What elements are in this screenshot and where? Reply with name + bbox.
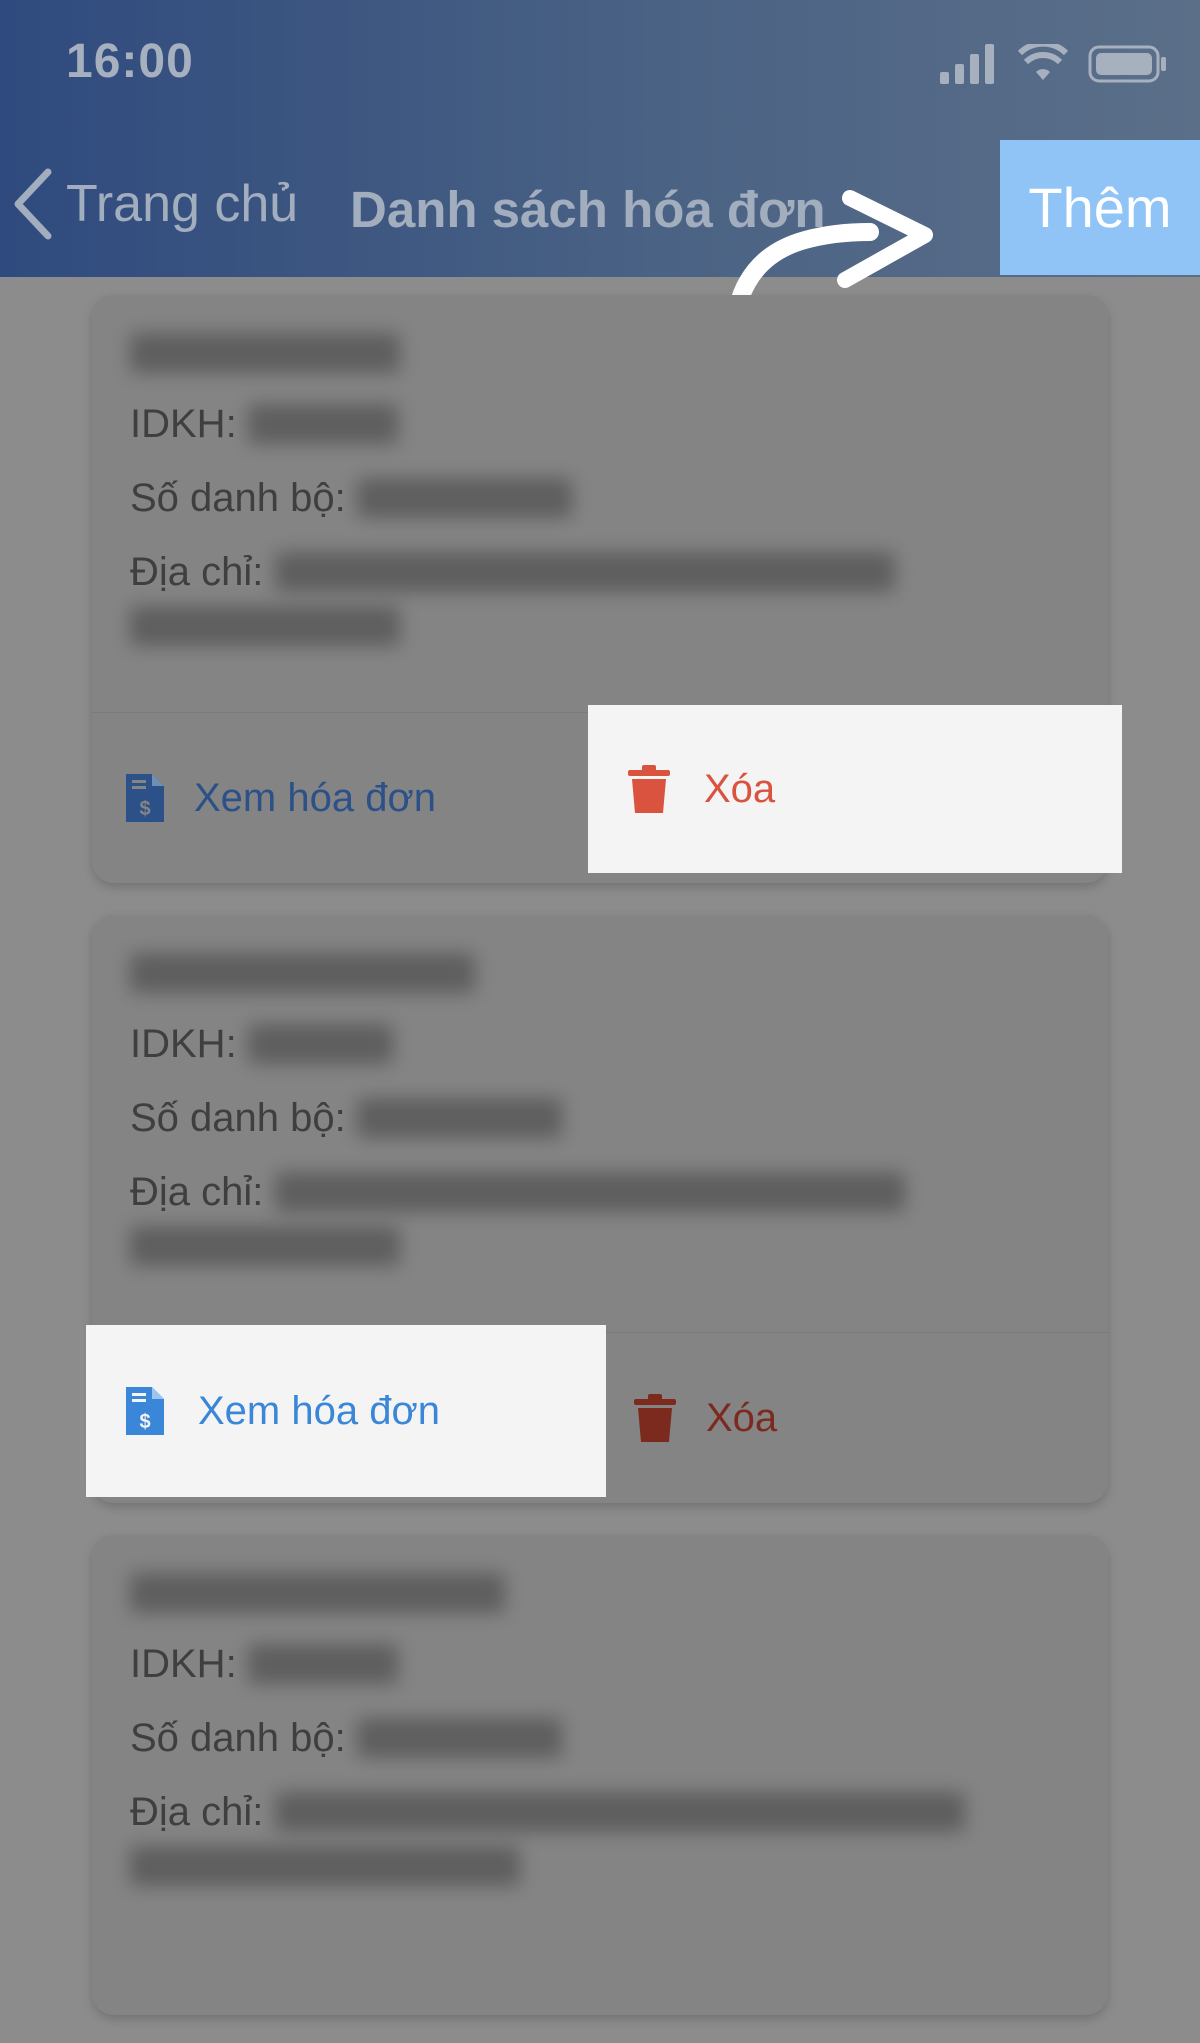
delete-button[interactable]: Xóa [600, 1333, 1108, 1503]
idkh-label: IDKH: [130, 402, 248, 446]
so-danh-bo-label: Số danh bộ: [130, 476, 357, 520]
trash-icon [634, 1394, 676, 1442]
navigation-bar: Trang chủ Danh sách hóa đơn Thêm [0, 140, 1200, 275]
idkh-value-redacted [247, 404, 398, 444]
idkh-row: IDKH: [130, 396, 1070, 452]
address-line2-redacted [130, 1846, 520, 1886]
trash-icon [628, 765, 670, 813]
so-danh-bo-row: Số danh bộ: [130, 470, 1070, 526]
so-danh-bo-value-redacted [356, 1098, 562, 1138]
invoice-icon: $ [126, 1387, 164, 1435]
idkh-value-redacted [247, 1644, 398, 1684]
status-icons [940, 44, 1168, 84]
view-invoice-button[interactable]: $ Xem hóa đơn [92, 713, 600, 883]
address-line2-redacted [130, 606, 400, 646]
idkh-label: IDKH: [130, 1022, 248, 1066]
delete-label: Xóa [706, 1395, 778, 1440]
customer-name-redacted [130, 953, 475, 993]
add-button[interactable]: Thêm [1000, 140, 1200, 275]
view-invoice-button-highlighted[interactable]: $ Xem hóa đơn [86, 1325, 606, 1497]
chevron-left-icon [14, 168, 52, 240]
address-label: Địa chỉ: [130, 550, 275, 594]
customer-name-redacted [130, 1573, 505, 1613]
svg-text:$: $ [139, 1411, 150, 1433]
so-danh-bo-label: Số danh bộ: [130, 1096, 357, 1140]
card-info: IDKH: Số danh bộ: Địa chỉ: [92, 1535, 1108, 2043]
back-button[interactable]: Trang chủ [10, 168, 298, 240]
svg-text:$: $ [139, 798, 150, 820]
invoice-icon: $ [126, 774, 164, 822]
so-danh-bo-row: Số danh bộ: [130, 1710, 1070, 1766]
so-danh-bo-value-redacted [356, 478, 572, 518]
idkh-row: IDKH: [130, 1636, 1070, 1692]
status-time: 16:00 [66, 35, 194, 88]
invoice-card: IDKH: Số danh bộ: Địa chỉ: [92, 1535, 1108, 2015]
delete-button-highlighted[interactable]: Xóa [588, 705, 1122, 873]
address-line2-redacted [130, 1226, 400, 1266]
address-label: Địa chỉ: [130, 1790, 275, 1834]
address-row: Địa chỉ: [130, 1784, 1070, 1840]
idkh-label: IDKH: [130, 1642, 248, 1686]
address-row: Địa chỉ: [130, 1164, 1070, 1220]
top-bar: 16:00 Trang chủ Danh sách hóa đơn Thêm [0, 0, 1200, 277]
idkh-row: IDKH: [130, 1016, 1070, 1072]
so-danh-bo-label: Số danh bộ: [130, 1716, 357, 1760]
address-value-redacted [274, 1172, 905, 1212]
back-label: Trang chủ [66, 175, 299, 233]
signal-icon [940, 44, 994, 84]
customer-name-redacted [130, 333, 400, 373]
address-row: Địa chỉ: [130, 544, 1070, 600]
so-danh-bo-row: Số danh bộ: [130, 1090, 1070, 1146]
battery-icon [1088, 45, 1166, 83]
address-value-redacted [274, 1792, 965, 1832]
delete-label: Xóa [704, 766, 776, 811]
address-label: Địa chỉ: [130, 1170, 275, 1214]
idkh-value-redacted [247, 1024, 393, 1064]
view-invoice-label: Xem hóa đơn [194, 775, 436, 820]
address-value-redacted [274, 552, 895, 592]
wifi-icon [1018, 44, 1068, 80]
view-invoice-label: Xem hóa đơn [198, 1388, 440, 1433]
so-danh-bo-value-redacted [356, 1718, 562, 1758]
